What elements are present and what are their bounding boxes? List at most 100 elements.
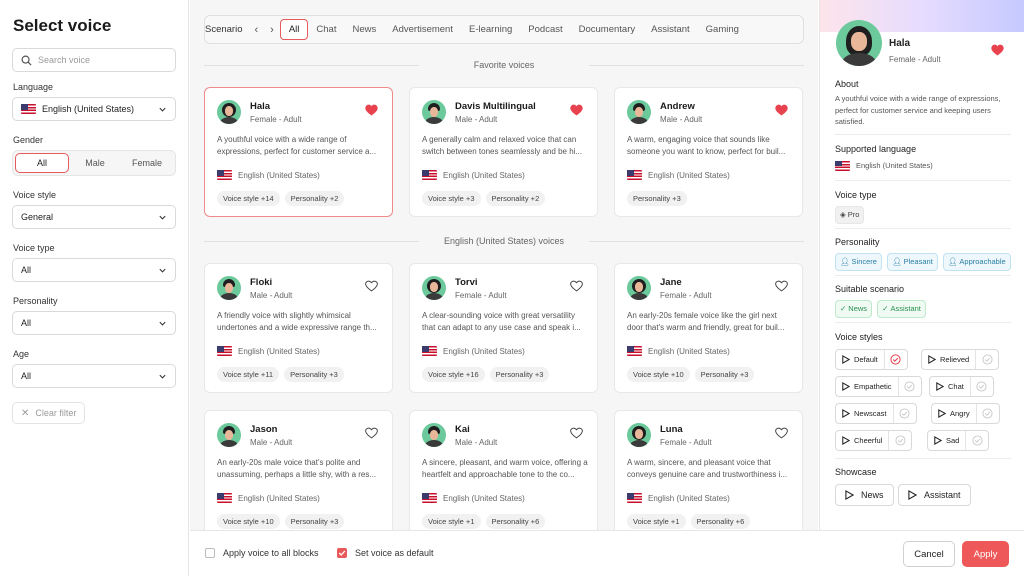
voice-description: A friendly voice with slightly whimsical… [217, 311, 377, 332]
set-default-checkbox[interactable]: Set voice as default [337, 548, 434, 558]
style-select-toggle[interactable] [966, 431, 988, 450]
apply-all-checkbox[interactable]: Apply voice to all blocks [205, 548, 319, 558]
style-select-toggle[interactable] [885, 350, 907, 369]
chevron-right-icon[interactable]: › [270, 24, 274, 36]
age-select[interactable]: All [12, 364, 176, 388]
check-circle-icon[interactable] [895, 435, 906, 446]
style-play-button[interactable]: Sad [928, 431, 967, 450]
style-select-toggle[interactable] [889, 431, 911, 450]
style-select-toggle[interactable] [971, 377, 993, 396]
voice-card[interactable]: Torvi Female - Adult A clear-sounding voic… [409, 263, 598, 393]
voice-chip[interactable]: Voice style +10 [217, 514, 280, 529]
check-circle-icon[interactable] [972, 435, 983, 446]
tab-documentary[interactable]: Documentary [571, 19, 644, 40]
showcase-news-button[interactable]: News [835, 484, 894, 506]
heart-filled-icon[interactable] [775, 104, 788, 116]
chevron-left-icon[interactable]: ‹ [255, 24, 259, 36]
check-circle-icon[interactable] [890, 354, 901, 365]
voice-type-select[interactable]: All [12, 258, 176, 282]
cancel-button[interactable]: Cancel [903, 541, 955, 567]
voice-chip[interactable]: Voice style +10 [627, 367, 690, 382]
language-select[interactable]: English (United States) [12, 97, 176, 121]
style-play-button[interactable]: Chat [930, 377, 971, 396]
voice-card[interactable]: Davis Multilingual Male - Adult A generall… [409, 87, 598, 217]
voice-chip[interactable]: Personality +6 [690, 514, 751, 529]
style-play-button[interactable]: Angry [932, 404, 977, 423]
tab-assistant[interactable]: Assistant [643, 19, 698, 40]
voice-style-cheerful[interactable]: Cheerful [835, 430, 913, 451]
checkbox-unchecked[interactable] [205, 548, 215, 558]
voice-chip[interactable]: Personality +2 [284, 191, 345, 206]
voice-card[interactable]: Floki Male - Adult A friendly voice with s… [204, 263, 393, 393]
showcase-assistant-button[interactable]: Assistant [898, 484, 971, 506]
voice-chip[interactable]: Personality +3 [627, 191, 687, 206]
tab-news[interactable]: News [344, 19, 384, 40]
voice-card[interactable]: Andrew Male - Adult A warm, engaging voice… [614, 87, 803, 217]
search-input[interactable]: Search voice [12, 48, 176, 72]
gender-option-all[interactable]: All [15, 153, 69, 173]
voice-card[interactable]: Luna Female - Adult A warm, sincere, and p… [614, 410, 803, 530]
heart-outline-icon[interactable] [365, 280, 378, 292]
voice-style-empathetic[interactable]: Empathetic [835, 376, 922, 397]
heart-outline-icon[interactable] [365, 427, 378, 439]
voice-style-default[interactable]: Default [835, 349, 908, 370]
voice-style-sad[interactable]: Sad [927, 430, 990, 451]
heart-filled-icon[interactable] [991, 44, 1004, 56]
heart-filled-icon[interactable] [365, 104, 378, 116]
style-select-toggle[interactable] [899, 377, 921, 396]
voice-style-newscast[interactable]: Newscast [835, 403, 917, 424]
style-play-button[interactable]: Default [836, 350, 885, 369]
voice-style-angry[interactable]: Angry [931, 403, 1000, 424]
tab-podcast[interactable]: Podcast [520, 19, 570, 40]
voice-chip[interactable]: Voice style +1 [422, 514, 481, 529]
voice-card[interactable]: Jane Female - Adult An early-20s female vo… [614, 263, 803, 393]
tab-all[interactable]: All [279, 19, 309, 40]
check-circle-icon[interactable] [982, 408, 993, 419]
voice-chip[interactable]: Voice style +1 [627, 514, 686, 529]
tab-chat[interactable]: Chat [308, 19, 344, 40]
style-play-button[interactable]: Relieved [922, 350, 977, 369]
voice-chip[interactable]: Personality +3 [489, 367, 550, 382]
checkbox-checked[interactable] [337, 548, 347, 558]
voice-card[interactable]: Jason Male - Adult An early-20s male voice… [204, 410, 393, 530]
check-circle-icon[interactable] [982, 354, 993, 365]
voice-chip[interactable]: Voice style +16 [422, 367, 485, 382]
style-select-toggle[interactable] [976, 350, 998, 369]
style-select-toggle[interactable] [977, 404, 999, 423]
style-play-button[interactable]: Newscast [836, 404, 894, 423]
voice-chip[interactable]: Voice style +3 [422, 191, 481, 206]
apply-button[interactable]: Apply [962, 541, 1009, 567]
gender-option-male[interactable]: Male [69, 153, 121, 173]
voice-style-select[interactable]: General [12, 205, 176, 229]
style-play-button[interactable]: Empathetic [836, 377, 899, 396]
voice-card[interactable]: Kai Male - Adult A sincere, pleasant, and … [409, 410, 598, 530]
voice-chip[interactable]: Personality +3 [284, 367, 344, 382]
voice-card[interactable]: Hala Female - Adult A youthful voice with … [204, 87, 393, 217]
voice-chip[interactable]: Personality +2 [485, 191, 546, 206]
voice-chip[interactable]: Voice style +11 [217, 367, 280, 382]
play-icon [842, 355, 850, 364]
voice-style-chat[interactable]: Chat [929, 376, 994, 397]
voice-chip[interactable]: Personality +3 [284, 514, 345, 529]
check-circle-icon[interactable] [904, 381, 915, 392]
check-circle-icon[interactable] [899, 408, 910, 419]
voice-chip[interactable]: Personality +3 [694, 367, 755, 382]
style-select-toggle[interactable] [894, 404, 916, 423]
heart-outline-icon[interactable] [570, 427, 583, 439]
heart-outline-icon[interactable] [775, 280, 788, 292]
clear-filter-button[interactable]: ✕ Clear filter [12, 402, 86, 424]
check-circle-icon[interactable] [976, 381, 987, 392]
personality-select[interactable]: All [12, 311, 176, 335]
heart-outline-icon[interactable] [775, 427, 788, 439]
style-play-button[interactable]: Cheerful [836, 431, 890, 450]
voice-style-relieved[interactable]: Relieved [921, 349, 1000, 370]
tab-e-learning[interactable]: E-learning [461, 19, 520, 40]
gender-option-female[interactable]: Female [121, 153, 173, 173]
supported-language-value: English (United States) [856, 161, 933, 170]
tab-advertisement[interactable]: Advertisement [384, 19, 461, 40]
heart-outline-icon[interactable] [570, 280, 583, 292]
voice-chip[interactable]: Personality +6 [485, 514, 546, 529]
voice-chip[interactable]: Voice style +14 [217, 191, 280, 206]
heart-filled-icon[interactable] [570, 104, 583, 116]
tab-gaming[interactable]: Gaming [698, 19, 747, 40]
